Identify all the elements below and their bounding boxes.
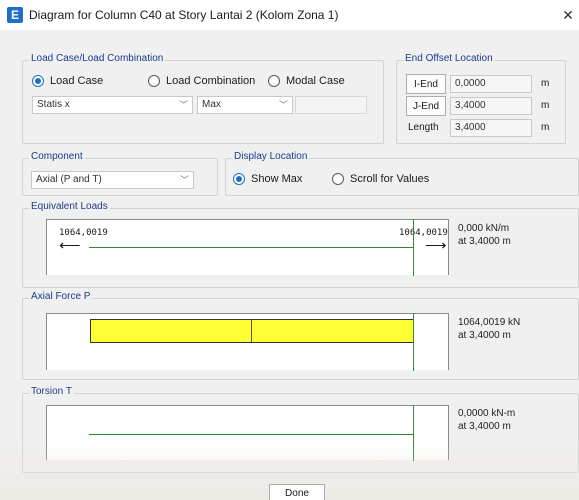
readout-value: 0,0000 kN-m — [458, 408, 516, 419]
etabs-app-icon: E — [7, 7, 23, 23]
equivalent-loads-group-label: Equivalent Loads — [29, 201, 110, 212]
radio-show-max-label: Show Max — [251, 173, 303, 185]
j-end-unit: m — [541, 100, 550, 111]
load-case-select[interactable]: Statis x ﹀ — [32, 96, 193, 114]
max-min-select[interactable]: Max ﹀ — [197, 96, 293, 114]
arrow-right-icon: ⟶ — [425, 237, 447, 254]
j-end-value[interactable]: 3,4000 — [450, 97, 532, 115]
i-end-button[interactable]: I-End — [406, 74, 446, 94]
radio-scroll-values-label: Scroll for Values — [350, 173, 430, 185]
zero-baseline — [89, 247, 414, 248]
i-end-unit: m — [541, 78, 550, 89]
radio-circle — [332, 173, 344, 185]
length-value: 3,4000 — [450, 119, 532, 137]
torsion-readout: 0,0000 kN-m at 3,4000 m — [458, 407, 515, 433]
radio-circle — [233, 173, 245, 185]
end-marker-line — [413, 313, 414, 371]
chevron-down-icon: ﹀ — [178, 100, 188, 110]
i-end-value[interactable]: 0,0000 — [450, 75, 532, 93]
end-marker-line — [413, 219, 414, 276]
axial-force-fill — [90, 319, 414, 343]
radio-circle — [32, 75, 44, 87]
radio-load-case-label: Load Case — [50, 75, 104, 87]
readout-location: at 3,4000 m — [458, 330, 511, 341]
radio-load-combination-label: Load Combination — [166, 75, 256, 87]
axial-force-group-label: Axial Force P — [29, 291, 93, 302]
radio-modal-case-label: Modal Case — [286, 75, 345, 87]
end-offset-group-label: End Offset Location — [403, 53, 495, 64]
equivalent-loads-plot: 1064,0019 1064,0019 ⟵ ⟶ — [46, 219, 449, 276]
radio-load-case[interactable]: Load Case — [32, 75, 103, 87]
j-end-button[interactable]: J-End — [406, 96, 446, 116]
load-case-group-label: Load Case/Load Combination — [29, 53, 166, 64]
readout-location: at 3,4000 m — [458, 236, 511, 247]
component-group-label: Component — [29, 151, 85, 162]
max-min-select-value: Max — [202, 99, 221, 110]
radio-show-max[interactable]: Show Max — [233, 173, 302, 185]
chevron-down-icon: ﹀ — [278, 100, 288, 110]
torsion-group-label: Torsion T — [29, 386, 74, 397]
close-icon[interactable]: ✕ — [559, 6, 577, 24]
radio-circle — [268, 75, 280, 87]
window-title: Diagram for Column C40 at Story Lantai 2… — [29, 8, 339, 22]
radio-modal-case[interactable]: Modal Case — [268, 75, 345, 87]
readout-value: 0,000 kN/m — [458, 223, 510, 234]
component-select[interactable]: Axial (P and T) ﹀ — [31, 171, 194, 189]
readout-value: 1064,0019 kN — [458, 317, 521, 328]
radio-scroll-values[interactable]: Scroll for Values — [332, 173, 429, 185]
radio-circle — [148, 75, 160, 87]
arrow-left-icon: ⟵ — [59, 237, 81, 254]
equivalent-loads-readout: 0,000 kN/m at 3,4000 m — [458, 222, 511, 248]
axial-force-plot — [46, 313, 449, 371]
readout-location: at 3,4000 m — [458, 421, 511, 432]
axial-force-readout: 1064,0019 kN at 3,4000 m — [458, 316, 520, 342]
load-case-select-value: Statis x — [37, 99, 70, 110]
mode-number-field — [295, 96, 367, 114]
axial-fill-divider — [251, 320, 252, 342]
radio-load-combination[interactable]: Load Combination — [148, 75, 255, 87]
component-select-value: Axial (P and T) — [36, 174, 102, 185]
zero-baseline — [89, 434, 414, 435]
chevron-down-icon: ﹀ — [179, 175, 189, 185]
length-unit: m — [541, 122, 550, 133]
display-location-group-label: Display Location — [232, 151, 310, 162]
done-button[interactable]: Done — [269, 484, 325, 500]
length-label: Length — [408, 122, 439, 133]
title-bar: E Diagram for Column C40 at Story Lantai… — [0, 0, 579, 30]
